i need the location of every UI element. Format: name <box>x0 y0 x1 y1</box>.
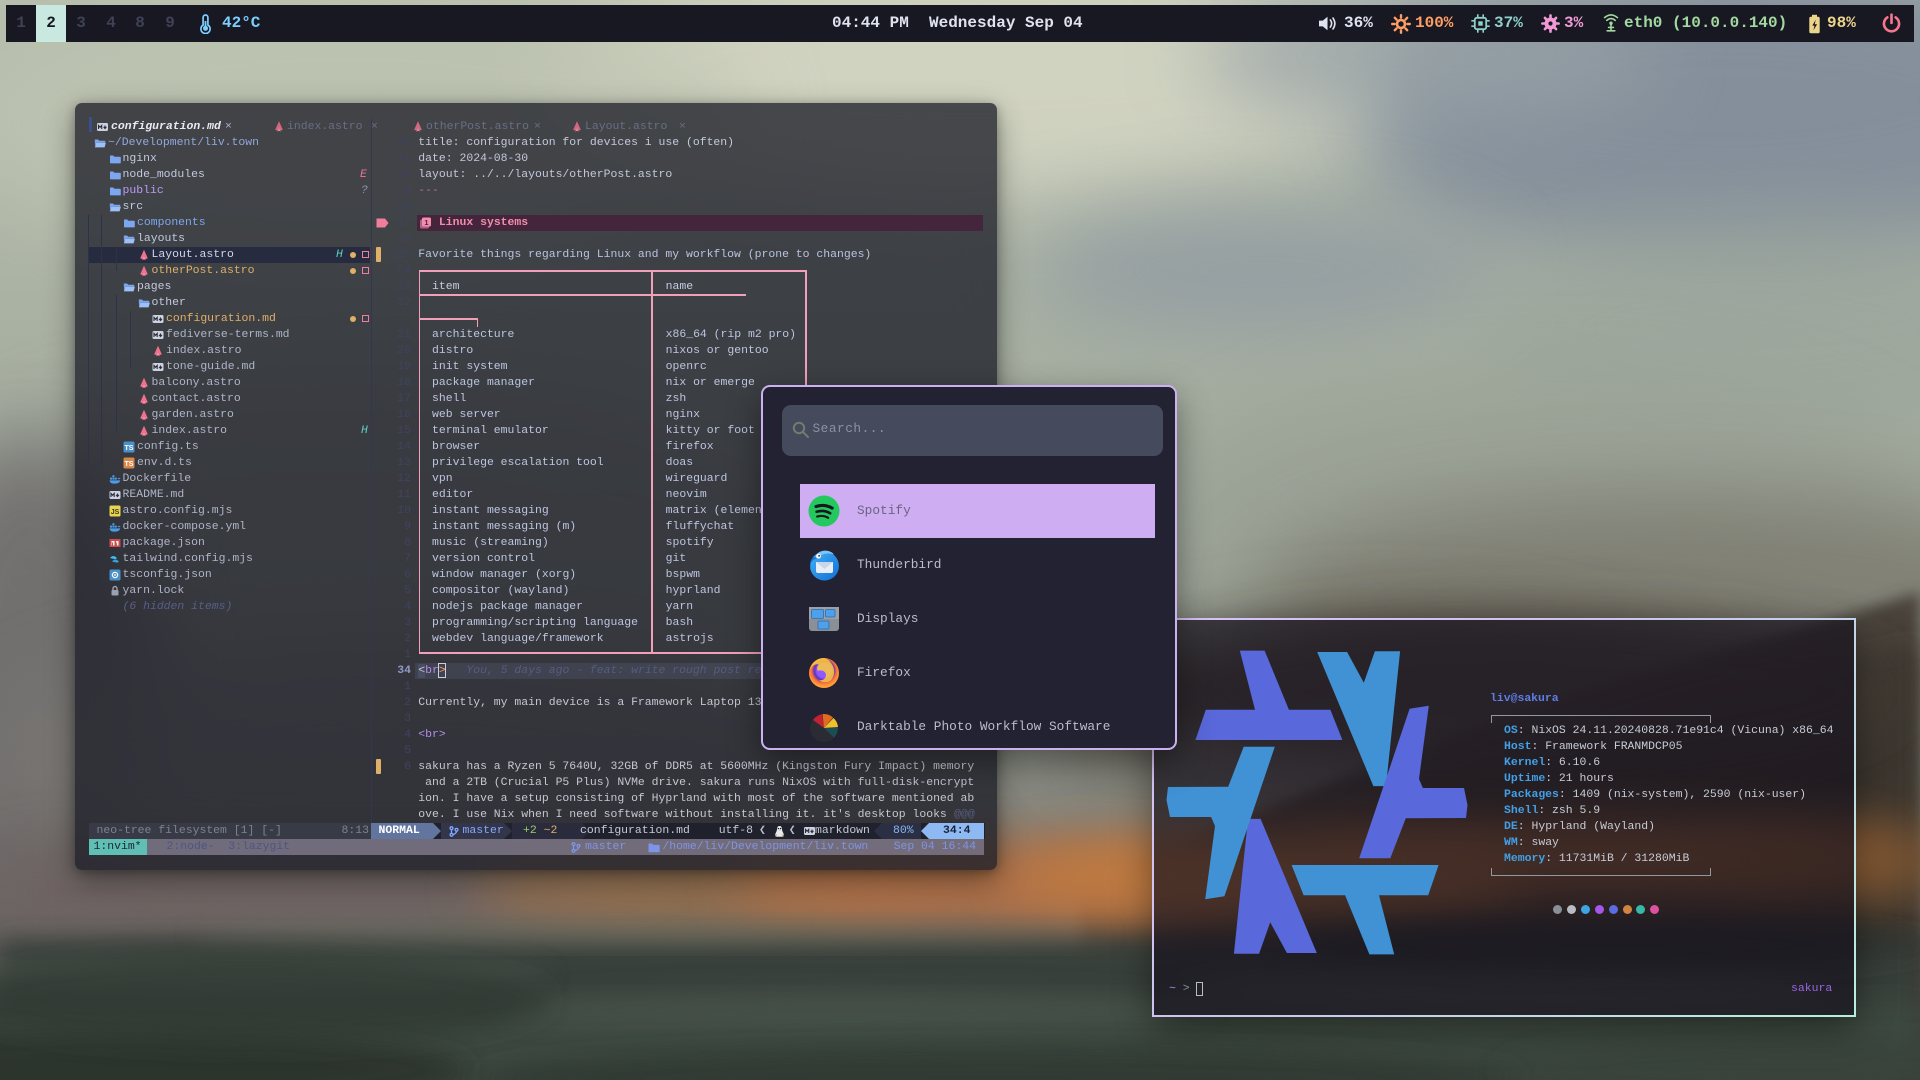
svg-text:JS: JS <box>110 509 119 516</box>
svg-text:TS: TS <box>125 461 134 468</box>
svg-text:TS: TS <box>125 445 134 452</box>
svg-text:1: 1 <box>425 218 429 227</box>
